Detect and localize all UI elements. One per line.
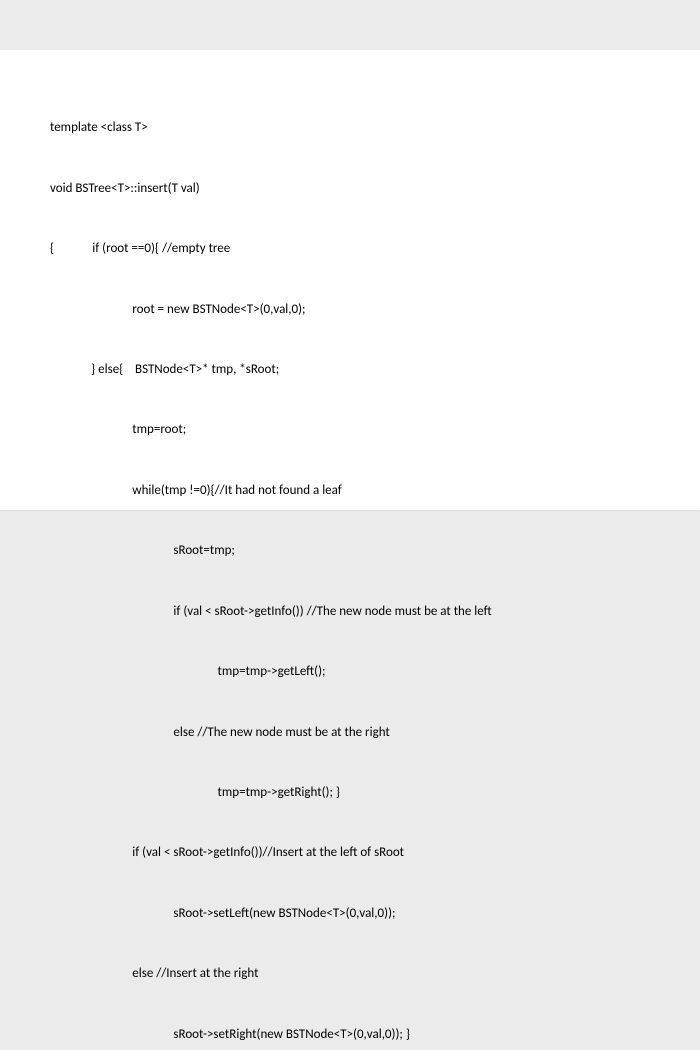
code-line: } else{ BSTNode<T>* tmp, *sRoot; bbox=[50, 360, 650, 380]
slide: template <class T> void BSTree<T>::inser… bbox=[0, 50, 700, 510]
code-line: void BSTree<T>::insert(T val) bbox=[50, 179, 650, 199]
code-line: { if (root ==0){ //empty tree bbox=[50, 239, 650, 259]
slide-container: template <class T> void BSTree<T>::inser… bbox=[0, 0, 700, 525]
code-line: while(tmp !=0){//It had not found a leaf bbox=[50, 481, 650, 501]
code-line: tmp=root; bbox=[50, 420, 650, 440]
code-line: tmp=tmp->getRight(); } bbox=[50, 783, 650, 803]
code-block: template <class T> void BSTree<T>::inser… bbox=[50, 78, 650, 1050]
code-line: sRoot->setLeft(new BSTNode<T>(0,val,0)); bbox=[50, 904, 650, 924]
code-line: if (val < sRoot->getInfo())//Insert at t… bbox=[50, 843, 650, 863]
code-line: tmp=tmp->getLeft(); bbox=[50, 662, 650, 682]
code-line: sRoot=tmp; bbox=[50, 541, 650, 561]
code-line: if (val < sRoot->getInfo()) //The new no… bbox=[50, 602, 650, 622]
code-line: template <class T> bbox=[50, 118, 650, 138]
code-line: else //The new node must be at the right bbox=[50, 723, 650, 743]
code-line: root = new BSTNode<T>(0,val,0); bbox=[50, 300, 650, 320]
code-line: else //Insert at the right bbox=[50, 964, 650, 984]
code-line: sRoot->setRight(new BSTNode<T>(0,val,0))… bbox=[50, 1025, 650, 1045]
